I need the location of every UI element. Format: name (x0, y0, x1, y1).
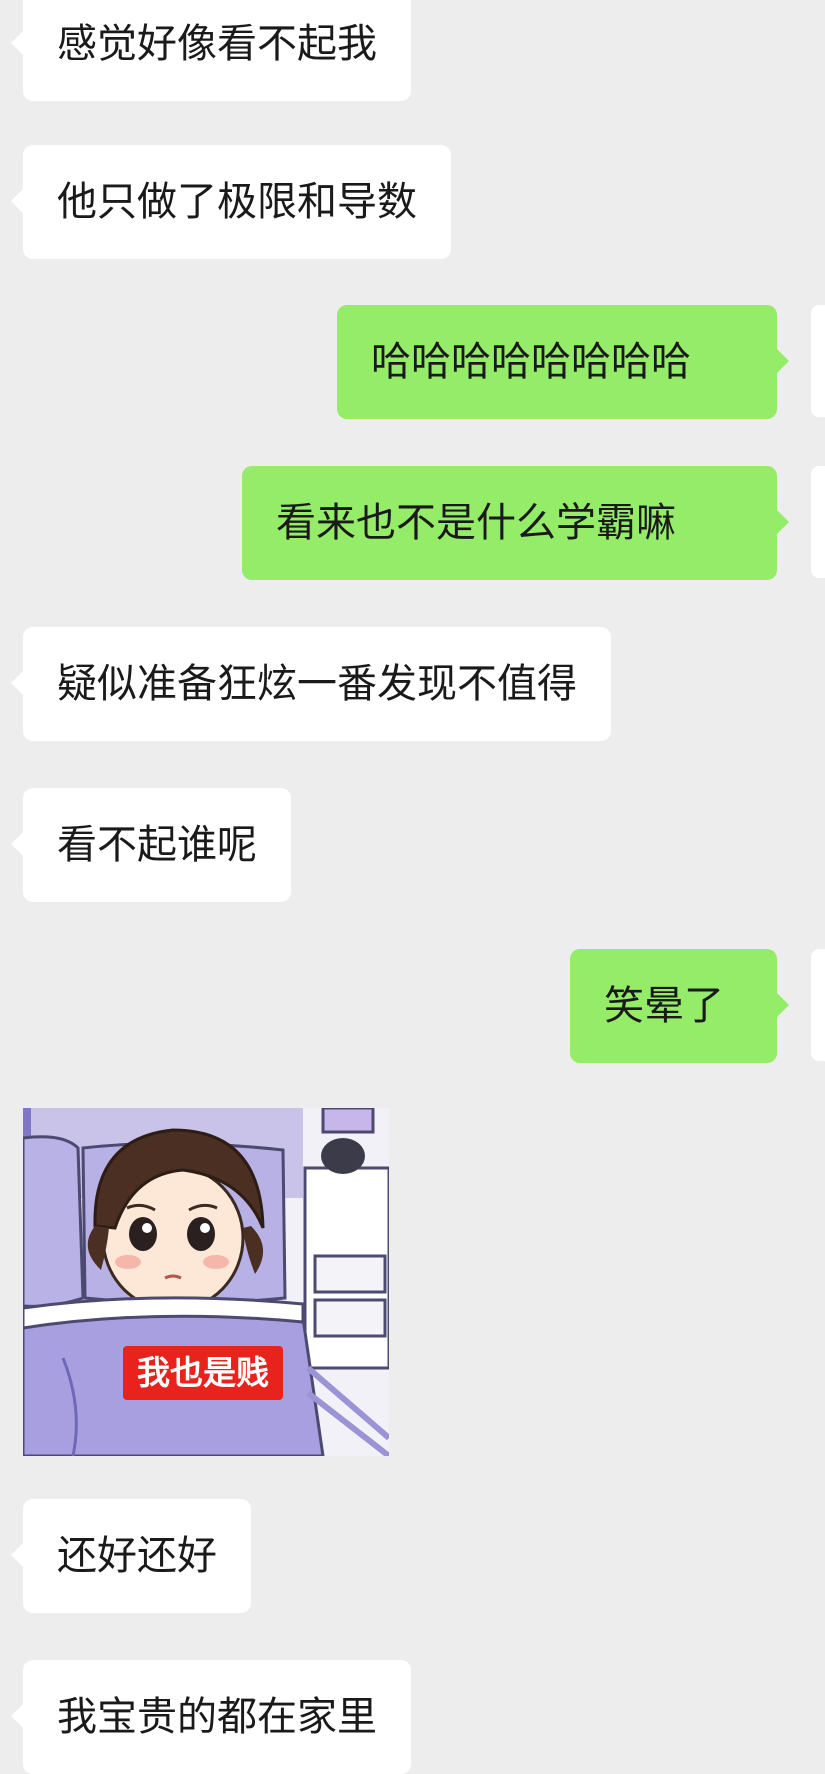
sender-avatar-edge[interactable] (811, 949, 825, 1061)
chat-message-list[interactable]: 感觉好像看不起我 他只做了极限和导数 哈哈哈哈哈哈哈哈 看来也不是什么学霸嘛 疑… (0, 0, 825, 1774)
sticker-image[interactable]: 我也是贱 (23, 1108, 389, 1456)
sender-avatar-edge[interactable] (811, 305, 825, 417)
incoming-message-bubble[interactable]: 他只做了极限和导数 (11, 145, 451, 259)
sender-avatar-edge[interactable] (811, 466, 825, 578)
sticker-caption: 我也是贱 (123, 1346, 283, 1400)
outgoing-message-bubble[interactable]: 哈哈哈哈哈哈哈哈 (337, 305, 789, 419)
outgoing-message-bubble[interactable]: 笑晕了 (570, 949, 789, 1063)
incoming-message-bubble[interactable]: 还好还好 (11, 1499, 251, 1613)
incoming-message-bubble[interactable]: 感觉好像看不起我 (11, 0, 411, 101)
incoming-message-bubble[interactable]: 我宝贵的都在家里 (11, 1660, 411, 1774)
sticker-illustration (23, 1108, 389, 1456)
incoming-message-bubble[interactable]: 看不起谁呢 (11, 788, 291, 902)
outgoing-message-bubble[interactable]: 看来也不是什么学霸嘛 (242, 466, 789, 580)
incoming-message-bubble[interactable]: 疑似准备狂炫一番发现不值得 (11, 627, 611, 741)
